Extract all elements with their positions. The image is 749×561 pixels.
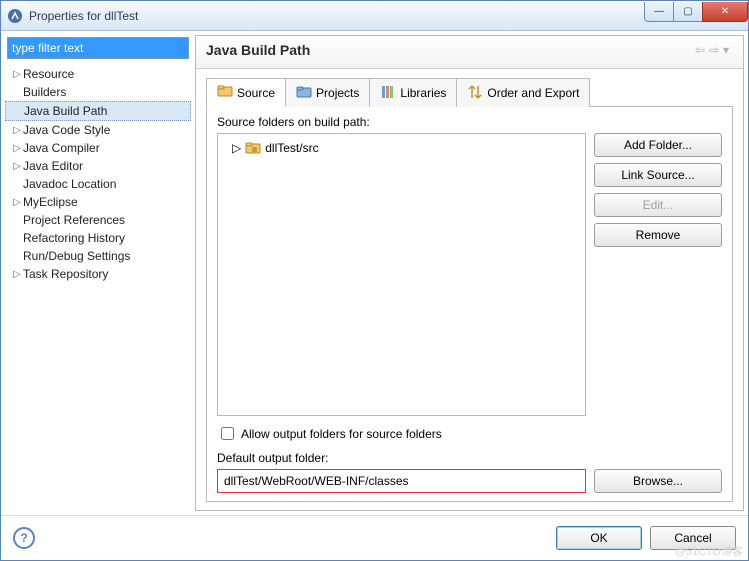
source-entry-label: dllTest/src xyxy=(265,141,318,155)
nav-item-label: Javadoc Location xyxy=(23,177,116,191)
ok-button[interactable]: OK xyxy=(556,526,642,550)
nav-item-myeclipse[interactable]: ▷MyEclipse xyxy=(5,193,191,211)
edit-button: Edit... xyxy=(594,193,722,217)
nav-item-label: Resource xyxy=(23,67,74,81)
nav-item-label: Refactoring History xyxy=(23,231,125,245)
chevron-right-icon[interactable]: ▷ xyxy=(11,197,23,208)
source-entry[interactable]: ▷ dllTest/src xyxy=(222,138,581,158)
tab-label: Projects xyxy=(316,86,359,100)
left-panel: type filter text ▷ResourceBuildersJava B… xyxy=(5,35,191,511)
titlebar[interactable]: Properties for dllTest — ▢ ✕ xyxy=(1,1,748,31)
allow-output-label: Allow output folders for source folders xyxy=(241,427,442,441)
source-folders-tree[interactable]: ▷ dllTest/src xyxy=(217,133,586,416)
nav-item-label: MyEclipse xyxy=(23,195,78,209)
nav-item-label: Java Compiler xyxy=(23,141,100,155)
source-folders-label: Source folders on build path: xyxy=(217,115,722,129)
default-output-label: Default output folder: xyxy=(217,451,722,465)
tab-label: Libraries xyxy=(400,86,446,100)
nav-item-project-references[interactable]: Project References xyxy=(5,211,191,229)
chevron-right-icon[interactable]: ▷ xyxy=(11,269,23,280)
nav-item-label: Java Editor xyxy=(23,159,83,173)
forward-icon[interactable]: ⇨ xyxy=(707,43,721,57)
app-icon xyxy=(7,8,23,24)
nav-item-label: Java Build Path xyxy=(24,104,107,118)
tab-label: Source xyxy=(237,86,275,100)
right-panel: Java Build Path ⇦ ⇨ ▾ Source Projects Libr… xyxy=(195,35,744,511)
tab-label: Order and Export xyxy=(487,86,579,100)
add-folder-button[interactable]: Add Folder... xyxy=(594,133,722,157)
menu-icon[interactable]: ▾ xyxy=(721,43,735,57)
chevron-right-icon[interactable]: ▷ xyxy=(11,143,23,154)
default-output-input[interactable]: dllTest/WebRoot/WEB-INF/classes xyxy=(217,469,586,493)
order-and-export-icon xyxy=(467,84,483,103)
chevron-right-icon[interactable]: ▷ xyxy=(232,141,241,155)
tab-libraries[interactable]: Libraries xyxy=(369,78,457,107)
nav-item-java-code-style[interactable]: ▷Java Code Style xyxy=(5,121,191,139)
nav-item-java-editor[interactable]: ▷Java Editor xyxy=(5,157,191,175)
source-tab-panel: Source folders on build path: ▷ dllTest/… xyxy=(206,107,733,502)
nav-item-refactoring-history[interactable]: Refactoring History xyxy=(5,229,191,247)
chevron-right-icon[interactable]: ▷ xyxy=(11,69,23,80)
filter-input[interactable]: type filter text xyxy=(7,37,189,59)
nav-item-javadoc-location[interactable]: Javadoc Location xyxy=(5,175,191,193)
libraries-icon xyxy=(380,84,396,103)
window-title: Properties for dllTest xyxy=(29,9,645,23)
nav-item-label: Task Repository xyxy=(23,267,108,281)
minimize-button[interactable]: — xyxy=(644,2,674,22)
nav-item-label: Run/Debug Settings xyxy=(23,249,130,263)
tab-projects[interactable]: Projects xyxy=(285,78,370,107)
nav-tree[interactable]: ▷ResourceBuildersJava Build Path▷Java Co… xyxy=(5,61,191,511)
watermark: @51CTO博客 xyxy=(675,543,743,559)
tab-source[interactable]: Source xyxy=(206,78,286,107)
nav-item-java-compiler[interactable]: ▷Java Compiler xyxy=(5,139,191,157)
source-icon xyxy=(217,83,233,102)
page-heading: Java Build Path xyxy=(206,42,693,58)
browse-button[interactable]: Browse... xyxy=(594,469,722,493)
dialog-footer: ? OK Cancel xyxy=(1,515,748,560)
projects-icon xyxy=(296,84,312,103)
close-button[interactable]: ✕ xyxy=(702,2,748,22)
allow-output-checkbox[interactable] xyxy=(221,427,234,440)
back-icon[interactable]: ⇦ xyxy=(693,43,707,57)
tab-order-and-export[interactable]: Order and Export xyxy=(456,78,590,107)
properties-dialog: Properties for dllTest — ▢ ✕ type filter… xyxy=(0,0,749,561)
nav-item-java-build-path[interactable]: Java Build Path xyxy=(5,101,191,121)
nav-item-label: Project References xyxy=(23,213,125,227)
maximize-button[interactable]: ▢ xyxy=(673,2,703,22)
chevron-right-icon[interactable]: ▷ xyxy=(11,161,23,172)
help-icon[interactable]: ? xyxy=(13,527,35,549)
tabs: Source Projects Libraries Order and Export xyxy=(206,77,733,107)
nav-item-resource[interactable]: ▷Resource xyxy=(5,65,191,83)
remove-button[interactable]: Remove xyxy=(594,223,722,247)
chevron-right-icon[interactable]: ▷ xyxy=(11,125,23,136)
package-folder-icon xyxy=(245,140,261,156)
link-source-button[interactable]: Link Source... xyxy=(594,163,722,187)
nav-item-run-debug-settings[interactable]: Run/Debug Settings xyxy=(5,247,191,265)
nav-item-task-repository[interactable]: ▷Task Repository xyxy=(5,265,191,283)
nav-item-label: Java Code Style xyxy=(23,123,110,137)
nav-item-builders[interactable]: Builders xyxy=(5,83,191,101)
nav-item-label: Builders xyxy=(23,85,66,99)
